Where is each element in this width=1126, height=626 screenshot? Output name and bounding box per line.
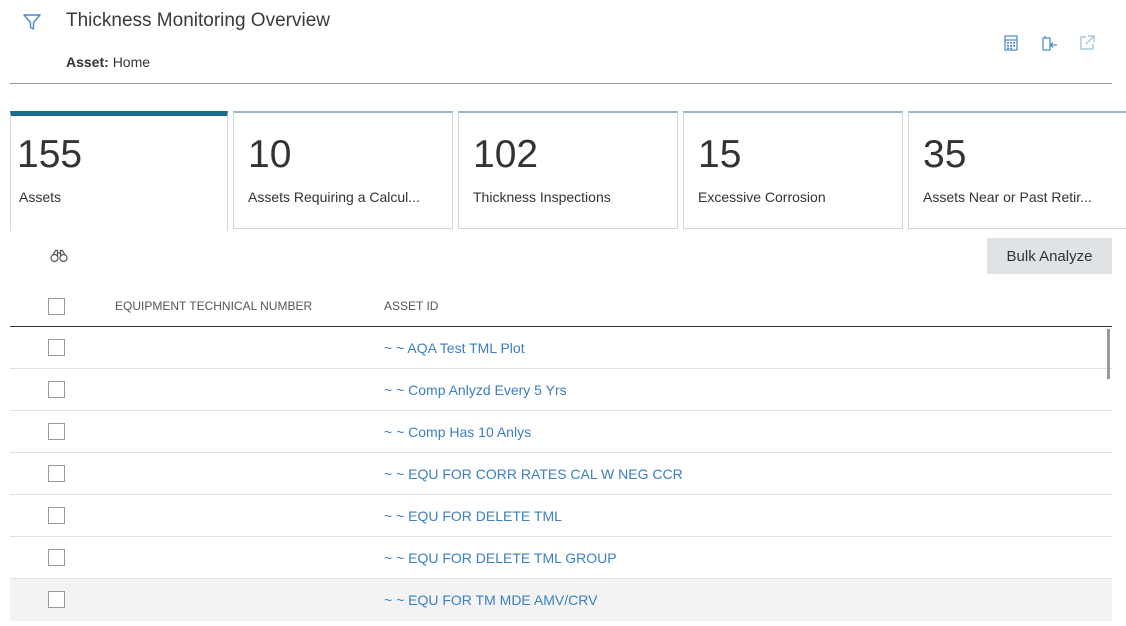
tile-count: 102: [473, 133, 539, 176]
header-actions: [1002, 34, 1096, 52]
column-header-equipment-technical-number[interactable]: EQUIPMENT TECHNICAL NUMBER: [115, 299, 312, 313]
column-header-asset-id[interactable]: ASSET ID: [384, 299, 438, 313]
bulk-analyze-button[interactable]: Bulk Analyze: [987, 238, 1112, 274]
tile-label: Excessive Corrosion: [698, 189, 826, 205]
return-icon[interactable]: [1040, 34, 1058, 52]
table-row[interactable]: ~ ~ EQU FOR CORR RATES CAL W NEG CCR: [10, 453, 1112, 495]
open-external-icon[interactable]: [1078, 34, 1096, 52]
table-row[interactable]: ~ ~ EQU FOR TM MDE AMV/CRV: [10, 579, 1112, 621]
tile-label: Assets: [19, 189, 62, 205]
tile-label: Thickness Inspections: [473, 189, 611, 205]
asset-id-link[interactable]: ~ ~ Comp Anlyzd Every 5 Yrs: [384, 382, 567, 398]
tile-count: 10: [248, 133, 292, 176]
header-divider: [10, 83, 1112, 84]
page-header: Thickness Monitoring Overview Asset: Hom…: [0, 0, 1126, 84]
table-row[interactable]: ~ ~ AQA Test TML Plot: [10, 327, 1112, 369]
tile-count: 35: [923, 133, 967, 176]
page-title: Thickness Monitoring Overview: [66, 10, 330, 31]
asset-label: Asset:: [66, 54, 109, 70]
tile-thickness-inspections[interactable]: 102 Thickness Inspections: [458, 111, 678, 229]
tile-excessive-corrosion[interactable]: 15 Excessive Corrosion: [683, 111, 903, 229]
row-checkbox[interactable]: [48, 381, 65, 398]
row-checkbox[interactable]: [48, 423, 65, 440]
tile-count: 15: [698, 133, 742, 176]
calendar-icon[interactable]: [1002, 34, 1020, 52]
row-checkbox[interactable]: [48, 591, 65, 608]
tile-label: Assets Near or Past Retir...: [923, 189, 1092, 205]
asset-id-link[interactable]: ~ ~ EQU FOR DELETE TML GROUP: [384, 550, 617, 566]
row-checkbox[interactable]: [48, 549, 65, 566]
table-row[interactable]: ~ ~ Comp Anlyzd Every 5 Yrs: [10, 369, 1112, 411]
tile-assets-requiring-calculation[interactable]: 10 Assets Requiring a Calcul...: [233, 111, 453, 229]
asset-value: Home: [112, 54, 151, 70]
tile-assets[interactable]: 155 Assets: [10, 111, 228, 231]
asset-id-link[interactable]: ~ ~ EQU FOR DELETE TML: [384, 508, 562, 524]
filter-icon[interactable]: [22, 12, 42, 32]
grid-header: EQUIPMENT TECHNICAL NUMBER ASSET ID: [10, 287, 1112, 327]
tile-label: Assets Requiring a Calcul...: [248, 189, 420, 205]
binoculars-icon[interactable]: [50, 249, 68, 263]
summary-tiles: 155 Assets 10 Assets Requiring a Calcul.…: [10, 111, 1126, 231]
asset-id-link[interactable]: ~ ~ AQA Test TML Plot: [384, 340, 525, 356]
grid-scrollbar[interactable]: [1107, 329, 1110, 379]
grid-toolbar: Bulk Analyze: [10, 232, 1112, 282]
row-checkbox[interactable]: [48, 465, 65, 482]
table-row[interactable]: ~ ~ Comp Has 10 Anlys: [10, 411, 1112, 453]
tile-count: 155: [17, 133, 83, 176]
assets-grid: EQUIPMENT TECHNICAL NUMBER ASSET ID ~ ~ …: [10, 287, 1112, 621]
asset-id-link[interactable]: ~ ~ EQU FOR TM MDE AMV/CRV: [384, 592, 597, 608]
asset-id-link[interactable]: ~ ~ EQU FOR CORR RATES CAL W NEG CCR: [384, 466, 683, 482]
asset-id-link[interactable]: ~ ~ Comp Has 10 Anlys: [384, 424, 531, 440]
asset-context: Asset: Home: [66, 54, 150, 70]
tile-assets-near-retirement[interactable]: 35 Assets Near or Past Retir...: [908, 111, 1126, 229]
row-checkbox[interactable]: [48, 339, 65, 356]
table-row[interactable]: ~ ~ EQU FOR DELETE TML GROUP: [10, 537, 1112, 579]
select-all-checkbox[interactable]: [48, 298, 65, 315]
row-checkbox[interactable]: [48, 507, 65, 524]
table-row[interactable]: ~ ~ EQU FOR DELETE TML: [10, 495, 1112, 537]
